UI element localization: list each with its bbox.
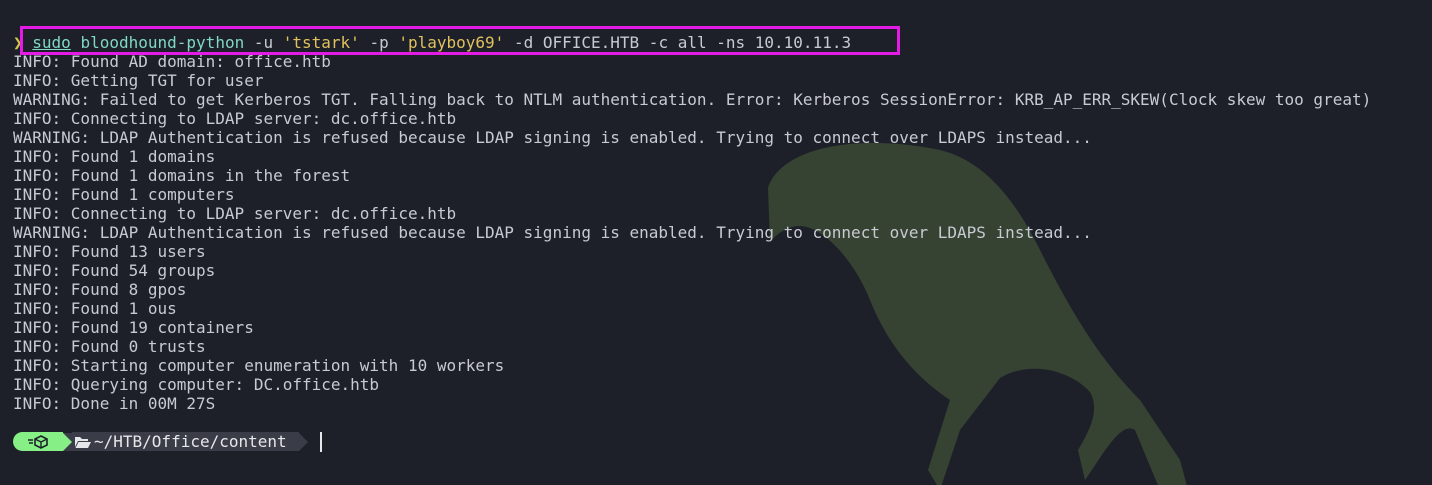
text-cursor[interactable] bbox=[319, 431, 322, 452]
output-line: INFO: Found 1 ous bbox=[13, 299, 177, 318]
prompt-separator bbox=[63, 432, 72, 451]
output-line: WARNING: LDAP Authentication is refused … bbox=[13, 223, 1092, 242]
terminal-window[interactable]: ❯ sudo bloodhound-python -u 'tstark' -p … bbox=[0, 0, 1432, 485]
current-directory: ~/HTB/Office/content bbox=[94, 432, 287, 451]
prompt-separator-end bbox=[298, 432, 308, 451]
prompt-path-segment: ~/HTB/Office/content bbox=[72, 432, 299, 451]
output-line: INFO: Starting computer enumeration with… bbox=[13, 356, 505, 375]
output-line: INFO: Found 1 domains in the forest bbox=[13, 166, 351, 185]
shell-prompt: ~/HTB/Office/content bbox=[13, 431, 322, 452]
output-line: WARNING: LDAP Authentication is refused … bbox=[13, 128, 1092, 147]
output-line: INFO: Done in 00M 27S bbox=[13, 394, 216, 413]
output-line: INFO: Found 19 containers bbox=[13, 318, 254, 337]
package-icon bbox=[28, 434, 48, 449]
output-line: INFO: Found 13 users bbox=[13, 242, 206, 261]
output-line: INFO: Found 0 trusts bbox=[13, 337, 206, 356]
output-line: INFO: Found 1 domains bbox=[13, 147, 216, 166]
output-line: INFO: Found 8 gpos bbox=[13, 280, 187, 299]
output-line: INFO: Found 54 groups bbox=[13, 261, 216, 280]
command-highlight-box bbox=[20, 26, 900, 55]
prompt-status-segment bbox=[13, 432, 63, 451]
output-line: INFO: Found 1 computers bbox=[13, 185, 235, 204]
folder-open-icon bbox=[74, 435, 92, 449]
output-line: WARNING: Failed to get Kerberos TGT. Fal… bbox=[13, 90, 1372, 109]
command-output: INFO: Found AD domain: office.htb INFO: … bbox=[13, 52, 1371, 413]
output-line: INFO: Getting TGT for user bbox=[13, 71, 264, 90]
output-line: INFO: Querying computer: DC.office.htb bbox=[13, 375, 380, 394]
output-line: INFO: Connecting to LDAP server: dc.offi… bbox=[13, 109, 457, 128]
output-line: INFO: Connecting to LDAP server: dc.offi… bbox=[13, 204, 457, 223]
